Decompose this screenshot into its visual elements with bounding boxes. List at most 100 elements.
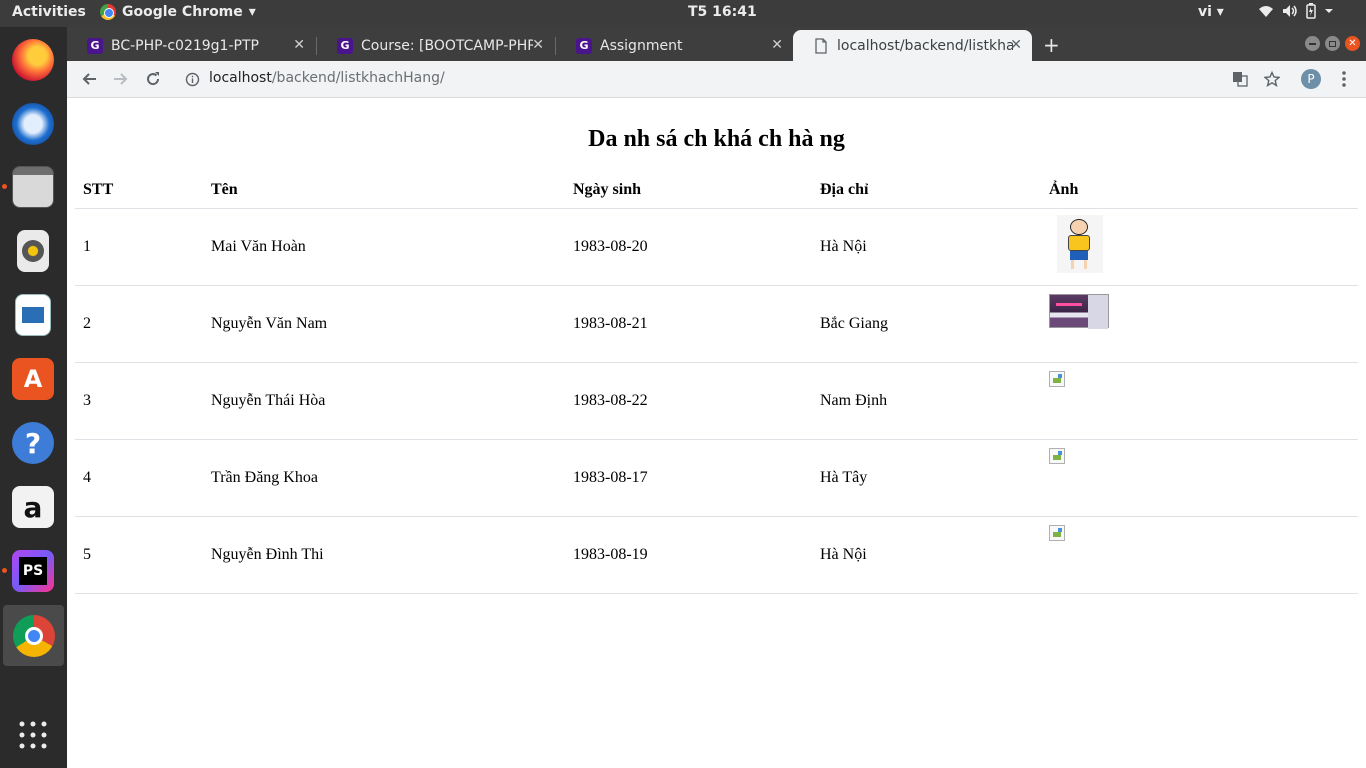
close-tab-icon[interactable]: ✕ xyxy=(1010,37,1022,53)
cell-address: Nam Định xyxy=(812,362,1041,440)
tab-title: Course: [BOOTCAMP-PHP xyxy=(361,37,533,54)
cell-address: Hà Nội xyxy=(812,516,1041,594)
chrome-menu-button[interactable] xyxy=(1333,68,1355,90)
help-launcher[interactable]: ? xyxy=(8,418,58,468)
chevron-down-icon: ▾ xyxy=(248,4,256,20)
table-row: 5 Nguyễn Đình Thi 1983-08-19 Hà Nội xyxy=(75,516,1358,594)
firefox-icon xyxy=(12,39,54,81)
column-header-stt: STT xyxy=(75,172,203,209)
writer-icon xyxy=(15,294,51,336)
new-tab-button[interactable]: + xyxy=(1043,33,1060,57)
cell-dob: 1983-08-22 xyxy=(565,362,812,440)
chrome-launcher[interactable] xyxy=(3,605,64,666)
column-header-address: Địa chỉ xyxy=(812,172,1041,209)
cell-stt: 2 xyxy=(75,285,203,363)
cell-image xyxy=(1041,439,1358,517)
bookmark-button[interactable] xyxy=(1261,68,1283,90)
volume-icon xyxy=(1283,5,1297,17)
maximize-button[interactable] xyxy=(1325,36,1340,51)
url-host: localhost xyxy=(209,70,272,86)
launcher-dock: A ? a PS xyxy=(0,27,67,768)
page-title: Da nh sá ch khá ch hà ng xyxy=(588,126,845,152)
cell-address: Bắc Giang xyxy=(812,285,1041,363)
phpstorm-icon: PS xyxy=(12,550,54,592)
profile-avatar[interactable]: P xyxy=(1301,69,1321,89)
amazon-icon: a xyxy=(12,486,54,528)
rhythmbox-launcher[interactable] xyxy=(8,226,58,276)
codegym-icon: G xyxy=(576,37,592,54)
software-launcher[interactable]: A xyxy=(8,354,58,404)
table-row: 1 Mai Văn Hoàn 1983-08-20 Hà Nội xyxy=(75,208,1358,286)
more-vert-icon xyxy=(1342,71,1346,87)
cell-name: Mai Văn Hoàn xyxy=(203,208,565,286)
close-tab-icon[interactable]: ✕ xyxy=(532,37,544,53)
table-header-row: STT Tên Ngày sinh Địa chỉ Ảnh xyxy=(75,172,1358,209)
cell-address: Hà Nội xyxy=(812,208,1041,286)
site-info-icon[interactable] xyxy=(185,72,200,91)
help-icon: ? xyxy=(12,422,54,464)
writer-launcher[interactable] xyxy=(8,290,58,340)
show-applications-button[interactable] xyxy=(8,710,58,760)
minimize-button[interactable] xyxy=(1305,36,1320,51)
close-window-button[interactable]: ✕ xyxy=(1345,36,1360,51)
back-arrow-icon xyxy=(82,73,96,85)
tab-assignment[interactable]: G Assignment ✕ xyxy=(556,30,793,61)
running-indicator xyxy=(2,184,7,189)
tab-title: localhost/backend/listkha xyxy=(837,37,1013,54)
address-bar[interactable]: localhost/backend/listkhachHang/ xyxy=(209,70,445,86)
app-menu[interactable]: Google Chrome ▾ xyxy=(100,4,256,20)
tab-strip: G BC-PHP-c0219g1-PTP ✕ G Course: [BOOTCA… xyxy=(67,27,1366,61)
reload-icon xyxy=(147,72,160,86)
reload-button[interactable] xyxy=(142,68,164,90)
clock[interactable]: T5 16:41 xyxy=(688,4,757,20)
translate-button[interactable] xyxy=(1229,68,1251,90)
running-indicator xyxy=(2,568,7,573)
cell-name: Nguyễn Văn Nam xyxy=(203,285,565,363)
shopping-bag-icon: A xyxy=(12,358,54,400)
phpstorm-launcher[interactable]: PS xyxy=(8,546,58,596)
tab-course-bootcamp[interactable]: G Course: [BOOTCAMP-PHP ✕ xyxy=(317,30,554,61)
codegym-icon: G xyxy=(337,37,353,54)
url-path: /backend/listkhachHang/ xyxy=(271,70,445,86)
forward-arrow-icon xyxy=(114,73,128,85)
forward-button[interactable] xyxy=(110,68,132,90)
files-launcher[interactable] xyxy=(8,162,58,212)
cell-address: Hà Tây xyxy=(812,439,1041,517)
cell-dob: 1983-08-21 xyxy=(565,285,812,363)
activities-button[interactable]: Activities xyxy=(12,4,86,20)
cell-dob: 1983-08-17 xyxy=(565,439,812,517)
cell-name: Nguyễn Đình Thi xyxy=(203,516,565,594)
page-icon xyxy=(815,37,827,54)
input-language-indicator[interactable]: vi ▾ xyxy=(1198,4,1224,20)
table-row: 3 Nguyễn Thái Hòa 1983-08-22 Nam Định xyxy=(75,362,1358,440)
cell-image xyxy=(1041,208,1358,286)
broken-image-icon xyxy=(1049,447,1065,464)
firefox-launcher[interactable] xyxy=(8,35,58,85)
chevron-down-icon xyxy=(1325,9,1333,13)
cell-name: Trần Đăng Khoa xyxy=(203,439,565,517)
close-tab-icon[interactable]: ✕ xyxy=(293,37,305,53)
column-header-name: Tên xyxy=(203,172,565,209)
tab-bc-php[interactable]: G BC-PHP-c0219g1-PTP ✕ xyxy=(67,30,315,61)
amazon-launcher[interactable]: a xyxy=(8,482,58,532)
tab-title: BC-PHP-c0219g1-PTP xyxy=(111,37,259,54)
broken-image-icon xyxy=(1049,524,1065,541)
tab-title: Assignment xyxy=(600,37,683,54)
cell-image xyxy=(1041,285,1358,363)
battery-icon xyxy=(1306,3,1316,19)
close-tab-icon[interactable]: ✕ xyxy=(771,37,783,53)
cell-image xyxy=(1041,516,1358,594)
cell-dob: 1983-08-20 xyxy=(565,208,812,286)
table-row: 2 Nguyễn Văn Nam 1983-08-21 Bắc Giang xyxy=(75,285,1358,363)
maximize-icon xyxy=(1329,40,1336,47)
grid-icon xyxy=(19,721,47,749)
thunderbird-launcher[interactable] xyxy=(8,99,58,149)
speaker-icon xyxy=(17,230,49,272)
close-icon: ✕ xyxy=(1348,38,1357,49)
star-icon xyxy=(1264,71,1280,87)
column-header-image: Ảnh xyxy=(1041,172,1358,209)
tab-listkhachhang[interactable]: localhost/backend/listkha ✕ xyxy=(793,30,1032,61)
chrome-icon xyxy=(100,4,116,20)
system-tray[interactable] xyxy=(1258,3,1334,19)
back-button[interactable] xyxy=(78,68,100,90)
